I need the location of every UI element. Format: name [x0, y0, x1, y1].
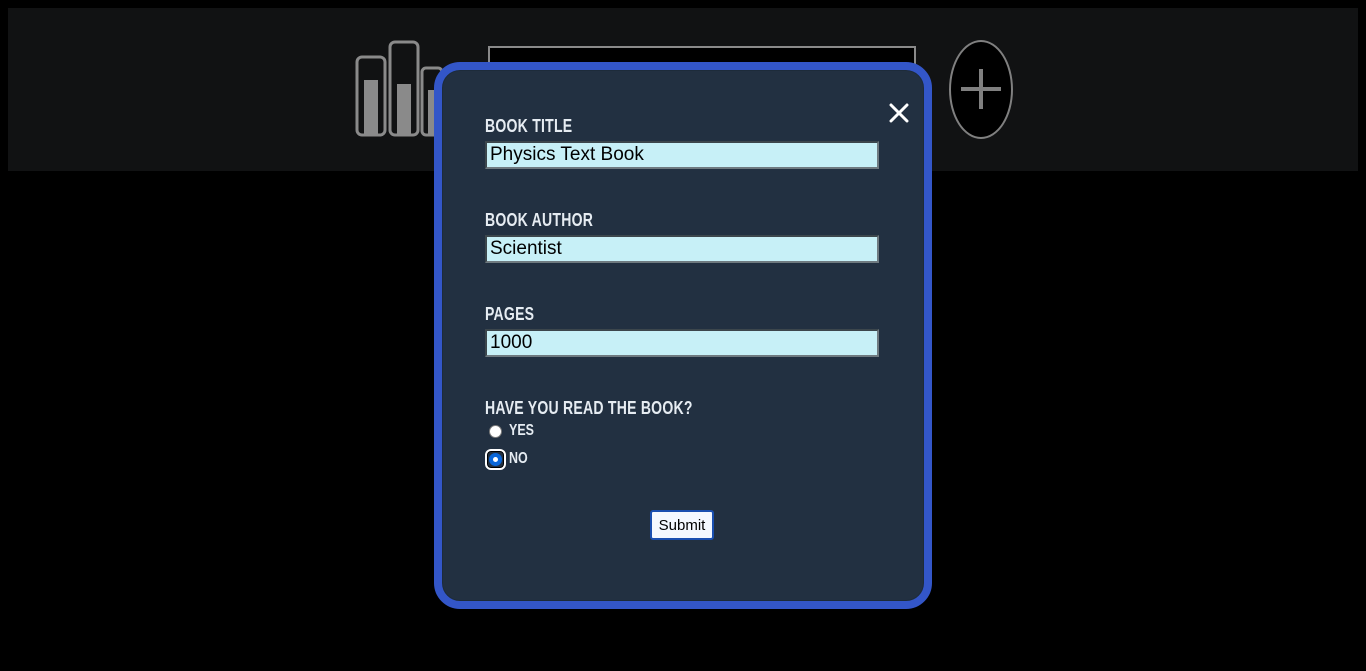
add-book-button[interactable]: [949, 40, 1013, 139]
pages-label: Pages: [485, 304, 535, 324]
bookshelf-icon: [354, 40, 444, 140]
book-author-input[interactable]: [485, 235, 879, 263]
no-radio[interactable]: [489, 453, 502, 466]
close-button[interactable]: [886, 100, 912, 126]
read-question-label: Have you read the book?: [485, 398, 693, 418]
book-title-label: Book Title: [485, 116, 573, 136]
close-icon: [889, 103, 909, 123]
submit-button[interactable]: Submit: [650, 510, 714, 540]
book-title-input[interactable]: [485, 141, 879, 169]
yes-radio-label: Yes: [509, 422, 534, 439]
add-book-dialog: Book Title Book Author Pages Have you re…: [434, 62, 932, 609]
no-radio-label: No: [509, 450, 528, 467]
book-author-label: Book Author: [485, 210, 594, 230]
pages-input[interactable]: [485, 329, 879, 357]
yes-radio[interactable]: [489, 425, 502, 438]
plus-icon: [961, 69, 1001, 109]
